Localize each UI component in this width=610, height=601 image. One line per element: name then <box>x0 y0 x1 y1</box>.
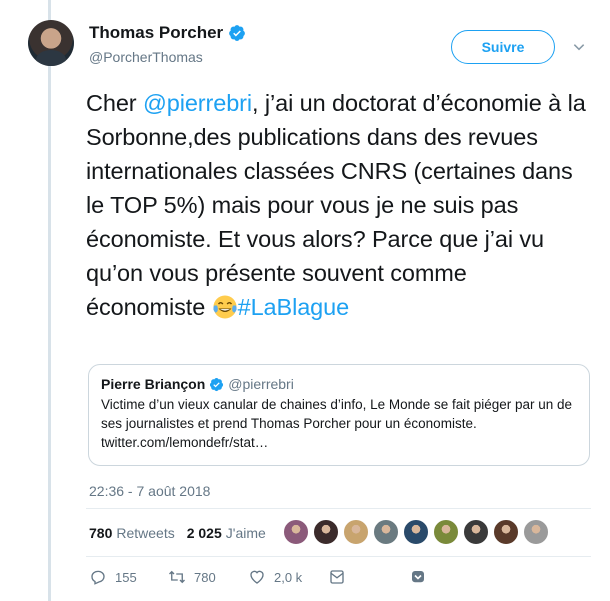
verified-badge-icon <box>229 25 246 41</box>
quoted-author-handle: @pierrebri <box>228 376 294 392</box>
tweet-text: Cher @pierrebri, j’ai un doctorat d’écon… <box>86 86 586 324</box>
message-button[interactable] <box>328 568 409 586</box>
tweet-text-part2: , j’ai un doctorat d’économie à la Sorbo… <box>86 90 586 320</box>
like-button[interactable]: 2,0 k <box>248 568 328 586</box>
reply-count: 155 <box>115 569 137 585</box>
quoted-tweet[interactable]: Pierre Briançon @pierrebri Victime d’un … <box>88 364 590 466</box>
tweet-stats: 780 Retweets 2 025 J'aime <box>89 519 278 547</box>
reply-button[interactable]: 155 <box>89 568 168 586</box>
reply-icon <box>91 570 105 585</box>
author-handle[interactable]: @PorcherThomas <box>89 49 246 65</box>
mention-link[interactable]: @pierrebri <box>143 90 252 116</box>
liker-avatar[interactable] <box>463 519 489 545</box>
likes-label[interactable]: J'aime <box>226 525 266 541</box>
like-count: 2,0 k <box>274 569 303 585</box>
liker-avatar[interactable] <box>373 519 399 545</box>
retweets-count[interactable]: 780 <box>89 525 112 541</box>
retweet-button[interactable]: 780 <box>168 568 248 586</box>
quoted-text-body: Victime d’un vieux canular de chaines d’… <box>101 397 573 431</box>
liker-avatar[interactable] <box>313 519 339 545</box>
liker-avatar[interactable] <box>493 519 519 545</box>
author-name[interactable]: Thomas Porcher <box>89 23 223 43</box>
liker-avatar[interactable] <box>343 519 369 545</box>
heart-icon <box>250 570 264 584</box>
divider <box>86 556 591 557</box>
retweet-icon <box>169 570 185 584</box>
thread-line <box>48 0 51 601</box>
likes-count[interactable]: 2 025 <box>187 525 222 541</box>
retweets-label[interactable]: Retweets <box>116 525 174 541</box>
quoted-text: Victime d’un vieux canular de chaines d’… <box>101 395 577 452</box>
quoted-link[interactable]: twitter.com/lemondefr/stat… <box>101 435 268 450</box>
pocket-icon <box>412 571 424 583</box>
verified-badge-icon <box>210 377 224 391</box>
tweet-text-part1: Cher <box>86 90 143 116</box>
liker-avatar[interactable] <box>433 519 459 545</box>
liker-avatar[interactable] <box>523 519 549 545</box>
liker-avatar[interactable] <box>403 519 429 545</box>
divider <box>86 508 591 509</box>
quoted-author-name: Pierre Briançon <box>101 376 206 392</box>
tweet-actions: 155 780 2,0 k <box>89 568 427 586</box>
follow-button[interactable]: Suivre <box>451 30 555 64</box>
bookmark-button[interactable] <box>409 568 427 586</box>
author-avatar[interactable] <box>28 20 74 66</box>
tweet-header: Thomas Porcher @PorcherThomas <box>89 23 246 65</box>
tweet-timestamp[interactable]: 22:36 - 7 août 2018 <box>89 483 210 499</box>
tears-of-joy-emoji-icon <box>212 295 237 319</box>
retweet-count: 780 <box>194 569 216 585</box>
hashtag-link[interactable]: #LaBlague <box>238 294 350 320</box>
likers-avatars <box>283 519 553 545</box>
chevron-down-icon[interactable] <box>572 40 586 54</box>
liker-avatar[interactable] <box>283 519 309 545</box>
envelope-icon <box>330 570 344 584</box>
